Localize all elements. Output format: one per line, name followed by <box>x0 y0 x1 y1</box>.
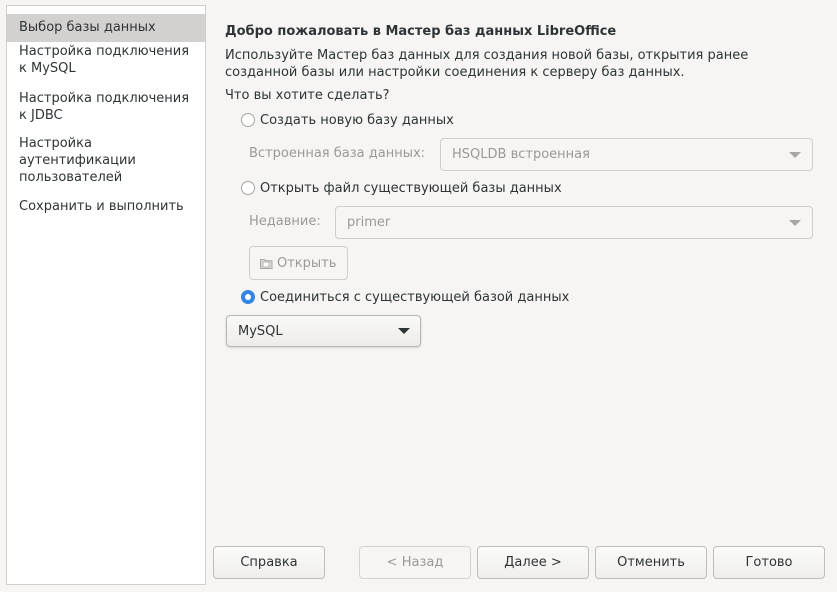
intro-text: Используйте Мастер баз данных для создан… <box>225 48 749 80</box>
step-choose-database[interactable]: Выбор базы данных <box>7 14 205 42</box>
step-label: Настройка аутентификации пользователей <box>19 136 136 185</box>
select-value: HSQLDB встроенная <box>452 147 590 162</box>
chevron-down-icon <box>789 152 801 158</box>
select-value: primer <box>347 215 391 230</box>
question-label: Что вы хотите сделать? <box>225 88 390 103</box>
recent-files-label: Недавние: <box>249 214 321 229</box>
step-label: Настройка подключения к MySQL <box>19 44 190 76</box>
step-label: Настройка подключения к JDBC <box>19 91 190 123</box>
cancel-button[interactable]: Отменить <box>595 546 707 579</box>
step-label: Выбор базы данных <box>19 20 156 35</box>
page-title: Добро пожаловать в Мастер баз данных Lib… <box>225 24 617 39</box>
radio-indicator[interactable] <box>241 181 255 195</box>
create-database-radio[interactable]: Создать новую базу данных <box>241 111 454 129</box>
radio-label: Создать новую базу данных <box>260 112 454 128</box>
recent-files-select: primer <box>335 206 813 239</box>
finish-button[interactable]: Готово <box>713 546 825 579</box>
connection-type-select[interactable]: MySQL <box>226 315 421 347</box>
connect-existing-database-radio[interactable]: Соединиться с существующей базой данных <box>241 288 569 306</box>
select-value: MySQL <box>238 323 283 339</box>
open-folder-icon <box>260 259 273 269</box>
radio-label: Открыть файл существующей базы данных <box>260 180 562 196</box>
step-user-authentication[interactable]: Настройка аутентификации пользователей <box>7 135 205 186</box>
step-save-and-proceed[interactable]: Сохранить и выполнить <box>7 198 205 215</box>
back-button: < Назад <box>359 546 471 579</box>
open-button-label: Открыть <box>277 255 337 271</box>
chevron-down-icon <box>398 328 410 334</box>
step-jdbc-connection[interactable]: Настройка подключения к JDBC <box>7 90 205 124</box>
embedded-database-select: HSQLDB встроенная <box>440 138 813 171</box>
embedded-database-label: Встроенная база данных: <box>249 146 426 161</box>
step-label: Сохранить и выполнить <box>19 199 184 214</box>
next-button[interactable]: Далее > <box>477 546 589 579</box>
step-mysql-connection[interactable]: Настройка подключения к MySQL <box>7 43 205 77</box>
open-file-button: Открыть <box>249 246 348 280</box>
open-database-file-radio[interactable]: Открыть файл существующей базы данных <box>241 179 562 197</box>
radio-indicator[interactable] <box>241 113 255 127</box>
radio-label: Соединиться с существующей базой данных <box>260 289 570 305</box>
wizard-steps-list: Выбор базы данных Настройка подключения … <box>6 5 206 585</box>
help-button[interactable]: Справка <box>213 546 325 579</box>
chevron-down-icon <box>789 220 801 226</box>
radio-indicator[interactable] <box>241 290 255 304</box>
